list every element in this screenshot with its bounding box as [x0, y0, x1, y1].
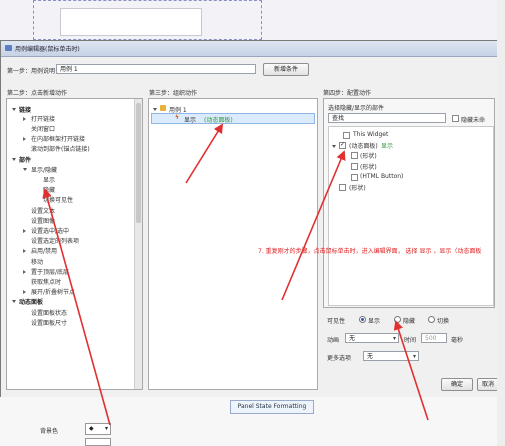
option-hide-label[interactable]: 隐藏 — [403, 316, 415, 325]
tree-item-hide[interactable]: 隐藏 — [43, 185, 55, 194]
widget-dynamic-panel-state: 显示 — [381, 143, 394, 150]
step4-label: 第四步：配置动作 — [323, 90, 372, 97]
widget-checkbox[interactable] — [351, 152, 358, 159]
actions-tree-panel: 链接 打开链接 关闭窗口 在内部框架打开链接 滚动到部件(锚点链接) 部件 显示… — [6, 98, 143, 390]
radio-toggle[interactable] — [428, 316, 435, 323]
organize-panel: 用例 1 ϟ 显示 (动态面板) — [148, 98, 318, 390]
configure-select-label: 选择隐藏/显示的部件 — [328, 105, 385, 112]
tree-category-link[interactable]: 链接 — [19, 105, 31, 114]
chevron-right-icon[interactable] — [23, 249, 26, 253]
chevron-right-icon[interactable] — [23, 137, 26, 141]
widget-shape[interactable]: (形状) — [360, 162, 377, 171]
widget-checkbox[interactable] — [351, 174, 358, 181]
widget-checkbox-checked[interactable] — [339, 141, 346, 149]
widget-search-input[interactable]: 查找 — [328, 113, 446, 123]
organize-action: 显示 — [184, 117, 197, 124]
add-condition-button[interactable]: 新增条件 — [263, 63, 309, 76]
tree-item-toggle[interactable]: 切换可见性 — [43, 195, 73, 204]
expand-icon[interactable] — [23, 168, 27, 171]
tree-item-open-link[interactable]: 打开链接 — [31, 114, 55, 123]
expand-icon[interactable] — [12, 108, 16, 111]
tree-item-enable-disable[interactable]: 启用/禁用 — [31, 246, 57, 255]
more-options-select[interactable]: 无 — [363, 351, 419, 362]
bg-color-label: 背景色 — [40, 428, 59, 435]
color-swatch[interactable] — [85, 438, 111, 446]
chevron-down-icon: ▾ — [104, 425, 108, 432]
paint-bucket-icon: ◆ — [89, 425, 94, 432]
tree-item-show[interactable]: 显示 — [43, 175, 55, 184]
widget-checkbox[interactable] — [339, 184, 346, 191]
animation-select[interactable]: 无 — [345, 333, 399, 344]
bg-color-picker[interactable]: ◆ ▾ — [85, 423, 111, 435]
expand-icon[interactable] — [12, 300, 16, 303]
actions-scrollbar[interactable] — [134, 99, 142, 389]
expand-icon[interactable] — [12, 158, 16, 161]
tree-item-set-list-item[interactable]: 设置选定的列表项 — [31, 236, 79, 245]
step2-label: 第二步：点击新增动作 — [7, 90, 68, 97]
tree-item-bring-front[interactable]: 置于顶层/底层 — [31, 267, 69, 276]
time-input[interactable]: 500 — [421, 333, 447, 343]
chevron-right-icon[interactable] — [23, 229, 26, 233]
widget-checkbox[interactable] — [343, 132, 350, 139]
tree-item-close-window[interactable]: 关闭窗口 — [31, 124, 55, 133]
hide-unnamed-checkbox[interactable] — [452, 115, 459, 122]
ms-label: 毫秒 — [451, 337, 464, 344]
widget-html-button[interactable]: (HTML Button) — [360, 173, 403, 180]
widget-dynamic-panel[interactable]: (动态面板) — [349, 141, 378, 150]
tree-item-set-panel-state[interactable]: 设置面板状态 — [31, 308, 67, 317]
step1-label: 第一步：用例说明 — [7, 68, 56, 75]
canvas-background — [0, 0, 505, 40]
option-toggle-label[interactable]: 切换 — [437, 316, 449, 325]
widget-shape[interactable]: (形状) — [360, 151, 377, 160]
widget-checkbox[interactable] — [351, 163, 358, 170]
tree-item-move[interactable]: 移动 — [31, 257, 43, 266]
tree-category-widget[interactable]: 部件 — [19, 155, 31, 164]
tree-item-show-hide[interactable]: 显示/隐藏 — [31, 165, 57, 174]
right-edge — [497, 0, 505, 446]
canvas-widget[interactable] — [60, 8, 202, 36]
widget-this[interactable]: This Widget — [353, 131, 388, 138]
expand-icon[interactable] — [153, 108, 157, 111]
cancel-button[interactable]: 取消 — [477, 378, 499, 391]
animation-label: 动画 — [327, 337, 340, 344]
tree-category-dynamic-panel[interactable]: 动态面板 — [19, 297, 43, 306]
tree-item-set-text[interactable]: 设置文本 — [31, 206, 55, 215]
hide-unnamed-label: 隐藏未命 — [461, 117, 486, 124]
more-options-label: 更多选项 — [327, 355, 352, 362]
lightning-icon: ϟ — [175, 114, 179, 121]
organize-action-target: (动态面板) — [204, 117, 233, 124]
widget-shape[interactable]: (形状) — [349, 183, 366, 192]
radio-show[interactable] — [359, 316, 366, 323]
case-name-input[interactable]: 用例 1 — [56, 64, 256, 74]
tree-item-open-in-frame[interactable]: 在内部框架打开链接 — [31, 134, 85, 143]
panel-state-formatting-tab[interactable]: Panel State Formatting — [230, 400, 314, 414]
dialog-title: 用例编辑器(鼠标单击时) — [15, 46, 80, 53]
chevron-right-icon[interactable] — [23, 270, 26, 274]
tutorial-annotation: 7. 重复刚才的步骤，点击鼠标单击时，进入编辑界面， 选择 显示 ，显示（动态面… — [258, 248, 482, 255]
configure-panel: 选择隐藏/显示的部件 查找 隐藏未命 This Widget (动态面板) 显示… — [323, 98, 495, 308]
dialog-titlebar: 用例编辑器(鼠标单击时) — [1, 41, 501, 57]
scrollbar-thumb[interactable] — [136, 103, 141, 223]
case-editor-dialog: 用例编辑器(鼠标单击时) 第一步：用例说明 用例 1 新增条件 第二步：点击新增… — [0, 40, 502, 398]
case-icon — [160, 105, 166, 111]
visibility-label: 可见性 — [327, 318, 346, 325]
tree-item-set-panel-size[interactable]: 设置面板尺寸 — [31, 318, 67, 327]
option-show-label[interactable]: 显示 — [368, 316, 380, 325]
ok-button[interactable]: 确定 — [441, 378, 473, 391]
widget-list: This Widget (动态面板) 显示 (形状) (形状) (HTML Bu… — [328, 126, 494, 306]
tree-item-scroll-to[interactable]: 滚动到部件(锚点链接) — [31, 144, 90, 153]
chevron-right-icon[interactable] — [23, 290, 26, 294]
radio-hide[interactable] — [394, 316, 401, 323]
app-icon — [5, 45, 12, 51]
tree-item-expand-node[interactable]: 展开/折叠树节点 — [31, 287, 75, 296]
tree-item-set-selected[interactable]: 设置选中/选中 — [31, 226, 69, 235]
tree-item-focus[interactable]: 获取焦点时 — [31, 277, 61, 286]
tree-item-set-image[interactable]: 设置图像 — [31, 216, 55, 225]
step3-label: 第三步：组织动作 — [149, 90, 198, 97]
time-label: 时间 — [404, 337, 417, 344]
chevron-right-icon[interactable] — [23, 117, 26, 121]
expand-icon[interactable] — [332, 145, 336, 148]
